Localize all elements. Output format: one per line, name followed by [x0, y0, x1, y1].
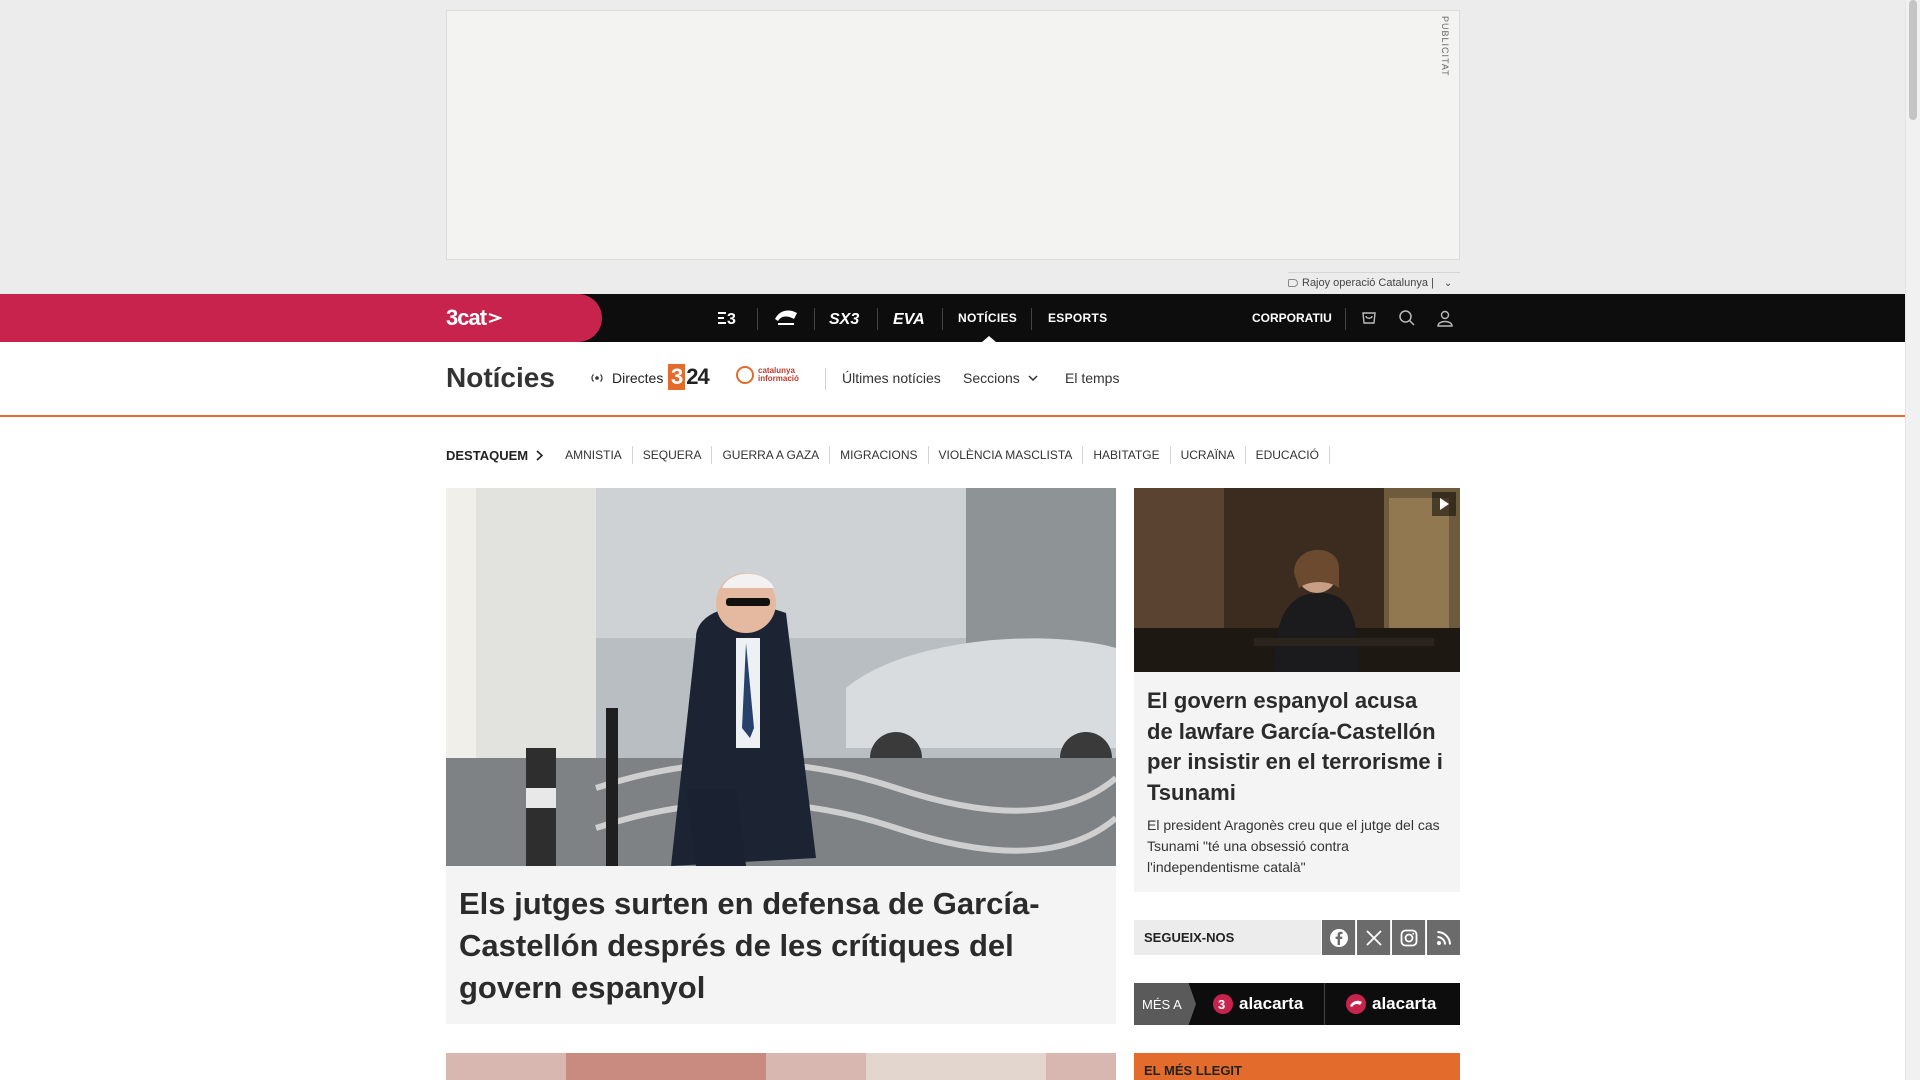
highlight-tag[interactable]: UCRAÏNA — [1171, 446, 1246, 464]
nav-divider — [1031, 308, 1032, 330]
svg-text:3: 3 — [727, 311, 736, 327]
highlights-title-label: DESTAQUEM — [446, 447, 529, 463]
logo-324-text: 24 — [686, 364, 710, 389]
highlight-tag[interactable]: GUERRA A GAZA — [712, 446, 831, 464]
channel-324-logo[interactable]: 3 24 — [668, 364, 710, 390]
nav-divider — [942, 308, 943, 330]
svg-text:3: 3 — [1218, 997, 1225, 1012]
section-divider — [825, 368, 826, 390]
next-article-image[interactable] — [446, 1053, 1116, 1080]
svg-text:EVA: EVA — [893, 311, 925, 327]
channel-sx3[interactable]: SX3 — [829, 294, 863, 342]
x-twitter-icon[interactable] — [1356, 920, 1390, 955]
alacarta-label: alacarta — [1372, 994, 1437, 1013]
tagline-text: Rajoy operació Catalunya | — [1302, 277, 1434, 289]
seccions-label: Seccions — [963, 370, 1020, 386]
eva-icon: EVA — [893, 311, 925, 327]
tag-icon — [1288, 279, 1298, 287]
highlight-tag[interactable]: EDUCACIÓ — [1246, 446, 1330, 464]
nav-esports[interactable]: ESPORTS — [1048, 294, 1107, 342]
main-article-headline[interactable]: Els jutges surten en defensa de García-C… — [459, 883, 1089, 1009]
nav-noticies[interactable]: NOTÍCIES — [958, 294, 1017, 342]
ci-line2: informació — [758, 374, 799, 383]
user-icon[interactable] — [1433, 306, 1457, 330]
tv3-alacarta-icon: 3 — [1213, 994, 1233, 1014]
live-broadcast-icon — [591, 374, 603, 382]
nav-corporatiu[interactable]: CORPORATIU — [1252, 294, 1332, 342]
highlight-tag[interactable]: HABITATGE — [1083, 446, 1171, 464]
shop-icon[interactable] — [1357, 306, 1381, 330]
main-article-card[interactable]: Els jutges surten en defensa de García-C… — [446, 488, 1116, 1024]
side-article-image[interactable] — [1134, 488, 1460, 672]
channel-catradio[interactable] — [772, 294, 800, 342]
ad-label: PUBLICITAT — [1440, 16, 1450, 77]
page-title[interactable]: Notícies — [446, 362, 555, 394]
follow-us-label: SEGUEIX-NOS — [1144, 930, 1235, 945]
mes-a-bar: MÉS A 3 alacarta alacarta — [1134, 983, 1460, 1025]
nav-divider — [814, 308, 815, 330]
brand-arrow-icon — [488, 313, 503, 323]
channel-tv3[interactable]: 3 — [716, 294, 740, 342]
link-ultimes-noticies[interactable]: Últimes notícies — [842, 370, 941, 386]
side-article-card[interactable]: El govern espanyol acusa de lawfare Garc… — [1134, 488, 1460, 892]
seccions-dropdown[interactable]: Seccions — [963, 370, 1038, 386]
brand-area — [0, 294, 602, 342]
facebook-icon[interactable] — [1321, 920, 1355, 955]
alacarta-label: alacarta — [1239, 994, 1304, 1013]
highlights-bar: DESTAQUEM AMNISTIA SEQUERA GUERRA A GAZA… — [446, 445, 1330, 465]
scrollbar-thumb[interactable] — [1909, 0, 1917, 120]
svg-text:SX3: SX3 — [829, 311, 859, 327]
chevron-down-icon[interactable]: ⌄ — [1444, 278, 1452, 289]
highlight-tag[interactable]: AMNISTIA — [555, 446, 633, 464]
brand-logo-text: 3cat — [446, 305, 487, 330]
chevron-down-icon — [1028, 375, 1038, 381]
top-navigation: 3cat 3 SX3 EVA NOTÍCIES ESPORTS CORPORAT… — [0, 294, 1905, 342]
highlights-title[interactable]: DESTAQUEM — [446, 447, 544, 463]
live-link[interactable]: Directes — [590, 370, 663, 386]
highlight-tag[interactable]: VIOLÈNCIA MASCLISTA — [929, 446, 1084, 464]
catradio-alacarta-link[interactable]: alacarta — [1345, 983, 1436, 1025]
live-label: Directes — [612, 370, 664, 386]
mes-a-label: MÉS A — [1134, 983, 1196, 1025]
most-read-header: EL MÉS LLEGIT — [1134, 1053, 1460, 1080]
section-header: Notícies Directes 3 24 catalunya informaci… — [0, 342, 1905, 417]
ad-band: PUBLICITAT Rajoy operació Catalunya | ⌄ — [0, 0, 1905, 294]
page-scrollbar[interactable] — [1905, 0, 1920, 1080]
advertisement-box[interactable] — [446, 10, 1460, 260]
catradio-alacarta-icon — [1346, 994, 1366, 1014]
tv3-alacarta-link[interactable]: 3 alacarta — [1212, 983, 1303, 1025]
nav-divider — [757, 308, 758, 330]
catradio-icon — [775, 310, 797, 325]
channel-eva[interactable]: EVA — [893, 294, 927, 342]
main-article-image[interactable] — [446, 488, 1116, 866]
search-icon[interactable] — [1395, 306, 1419, 330]
tv3-icon: 3 — [718, 311, 736, 327]
play-icon[interactable] — [1432, 492, 1456, 516]
mes-a-divider — [1324, 983, 1325, 1025]
highlight-tag[interactable]: MIGRACIONS — [830, 446, 929, 464]
nav-divider — [1345, 308, 1346, 330]
sx3-icon: SX3 — [829, 311, 859, 327]
side-article-summary: El president Aragonès creu que el jutge … — [1147, 817, 1440, 875]
side-article-headline[interactable]: El govern espanyol acusa de lawfare Garc… — [1147, 686, 1447, 808]
chevron-right-icon — [536, 449, 544, 461]
rss-icon[interactable] — [1426, 920, 1460, 955]
instagram-icon[interactable] — [1391, 920, 1425, 955]
catalunya-informacio-logo[interactable]: catalunya informació — [736, 366, 799, 384]
brand-logo[interactable]: 3cat — [446, 305, 503, 331]
topic-tagline[interactable]: Rajoy operació Catalunya | ⌄ — [1288, 272, 1460, 290]
most-read-label: EL MÉS LLEGIT — [1144, 1063, 1242, 1078]
link-el-temps[interactable]: El temps — [1065, 370, 1119, 386]
highlight-tag[interactable]: SEQUERA — [633, 446, 713, 464]
nav-divider — [877, 308, 878, 330]
ci-circle-icon — [736, 366, 754, 384]
follow-us-bar: SEGUEIX-NOS — [1134, 920, 1460, 955]
logo-324-mark: 3 — [668, 364, 686, 390]
